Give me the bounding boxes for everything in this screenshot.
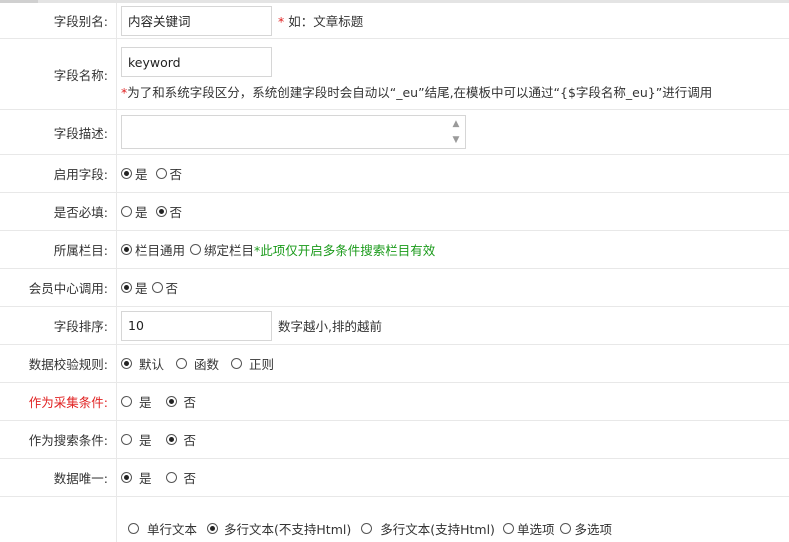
required-option-no[interactable]: 否 bbox=[155, 202, 182, 221]
radio-icon[interactable] bbox=[155, 206, 167, 217]
field-desc-label: 字段描述: bbox=[0, 110, 117, 154]
radio-icon[interactable] bbox=[121, 282, 132, 293]
row-column: 所属栏目: 栏目通用 绑定栏目 *此项仅开启多条件搜索栏目有效 bbox=[0, 231, 789, 269]
field-type-radio-group: 单行文本 多行文本(不支持Html) 多行文本(支持Html) 单选项 多选项 bbox=[117, 497, 789, 542]
field-desc-textarea[interactable]: ▲ ▼ bbox=[121, 115, 466, 149]
search-label: 作为搜索条件: bbox=[0, 421, 117, 458]
radio-icon[interactable] bbox=[121, 206, 132, 217]
sort-label: 字段排序: bbox=[0, 307, 117, 344]
validate-option-function[interactable]: 函数 bbox=[176, 354, 219, 373]
field-alias-label: 字段别名: bbox=[0, 3, 117, 38]
radio-icon[interactable] bbox=[165, 396, 177, 407]
search-option-yes[interactable]: 是 bbox=[121, 430, 152, 449]
radio-icon[interactable] bbox=[121, 244, 132, 255]
field-alias-input[interactable] bbox=[121, 5, 272, 36]
column-option-bind[interactable]: 绑定栏目 bbox=[190, 240, 254, 259]
row-unique: 数据唯一: 是 否 bbox=[0, 459, 789, 497]
unique-radio-group: 是 否 bbox=[117, 459, 789, 496]
radio-icon[interactable] bbox=[155, 168, 167, 179]
enabled-option-yes[interactable]: 是 bbox=[121, 164, 148, 183]
radio-icon[interactable] bbox=[502, 523, 514, 534]
row-sort: 字段排序: 数字越小,排的越前 bbox=[0, 307, 789, 345]
required-radio-group: 是 否 bbox=[117, 193, 789, 230]
required-star: * bbox=[278, 14, 285, 29]
textarea-scrollbar[interactable]: ▲ ▼ bbox=[450, 118, 462, 146]
collect-radio-group: 是 否 bbox=[117, 383, 789, 420]
member-option-yes[interactable]: 是 bbox=[121, 278, 148, 297]
radio-icon[interactable] bbox=[121, 358, 132, 369]
chevron-down-icon[interactable]: ▼ bbox=[453, 134, 460, 146]
sort-input[interactable] bbox=[121, 310, 272, 341]
field-name-label: 字段名称: bbox=[0, 39, 117, 109]
row-enabled: 启用字段: 是 否 bbox=[0, 155, 789, 193]
radio-icon[interactable] bbox=[121, 396, 132, 407]
member-label: 会员中心调用: bbox=[0, 269, 117, 306]
radio-icon[interactable] bbox=[190, 244, 202, 255]
row-field-alias: 字段别名: *如：文章标题 bbox=[0, 3, 789, 39]
chevron-up-icon[interactable]: ▲ bbox=[453, 118, 460, 130]
row-field-type: 单行文本 多行文本(不支持Html) 多行文本(支持Html) 单选项 多选项 bbox=[0, 497, 789, 542]
row-validate: 数据校验规则: 默认 函数 正则 bbox=[0, 345, 789, 383]
member-radio-group: 是 否 bbox=[117, 269, 789, 306]
validate-label: 数据校验规则: bbox=[0, 345, 117, 382]
unique-option-yes[interactable]: 是 bbox=[121, 468, 152, 487]
collect-label: 作为采集条件: bbox=[0, 383, 117, 420]
radio-icon[interactable] bbox=[165, 434, 177, 445]
column-radio-group: 栏目通用 绑定栏目 *此项仅开启多条件搜索栏目有效 bbox=[117, 231, 789, 268]
row-field-desc: 字段描述: ▲ ▼ bbox=[0, 110, 789, 155]
validate-option-default[interactable]: 默认 bbox=[121, 354, 164, 373]
unique-label: 数据唯一: bbox=[0, 459, 117, 496]
column-note: *此项仅开启多条件搜索栏目有效 bbox=[254, 243, 436, 258]
row-field-name: 字段名称: *为了和系统字段区分，系统创建字段时会自动以“_eu”结尾,在模板中… bbox=[0, 39, 789, 110]
search-radio-group: 是 否 bbox=[117, 421, 789, 458]
collect-option-no[interactable]: 否 bbox=[165, 392, 196, 411]
enabled-label: 启用字段: bbox=[0, 155, 117, 192]
radio-icon[interactable] bbox=[176, 358, 188, 369]
radio-icon[interactable] bbox=[121, 168, 132, 179]
field-alias-hint: 如：文章标题 bbox=[288, 14, 364, 29]
sort-hint: 数字越小,排的越前 bbox=[278, 319, 382, 334]
required-label: 是否必填: bbox=[0, 193, 117, 230]
row-search: 作为搜索条件: 是 否 bbox=[0, 421, 789, 459]
required-option-yes[interactable]: 是 bbox=[121, 202, 148, 221]
search-option-no[interactable]: 否 bbox=[165, 430, 196, 449]
radio-icon[interactable] bbox=[165, 472, 177, 483]
radio-icon[interactable] bbox=[128, 523, 139, 534]
field-name-input[interactable] bbox=[121, 47, 272, 77]
type-option-single-choice[interactable]: 单选项 bbox=[502, 519, 554, 538]
validate-option-regex[interactable]: 正则 bbox=[231, 354, 274, 373]
row-required: 是否必填: 是 否 bbox=[0, 193, 789, 231]
validate-radio-group: 默认 函数 正则 bbox=[117, 345, 789, 382]
radio-icon[interactable] bbox=[361, 523, 373, 534]
radio-icon[interactable] bbox=[121, 472, 132, 483]
field-name-note: 为了和系统字段区分，系统创建字段时会自动以“_eu”结尾,在模板中可以通过“{$… bbox=[127, 85, 713, 100]
type-option-multiline-no-html[interactable]: 多行文本(不支持Html) bbox=[207, 519, 351, 538]
row-member: 会员中心调用: 是 否 bbox=[0, 269, 789, 307]
type-option-single-line[interactable]: 单行文本 bbox=[128, 519, 197, 538]
column-option-general[interactable]: 栏目通用 bbox=[121, 240, 185, 259]
column-label: 所属栏目: bbox=[0, 231, 117, 268]
unique-option-no[interactable]: 否 bbox=[165, 468, 196, 487]
row-collect: 作为采集条件: 是 否 bbox=[0, 383, 789, 421]
collect-option-yes[interactable]: 是 bbox=[121, 392, 152, 411]
type-option-multi-choice[interactable]: 多选项 bbox=[560, 519, 612, 538]
radio-icon[interactable] bbox=[121, 434, 132, 445]
radio-icon[interactable] bbox=[560, 523, 572, 534]
radio-icon[interactable] bbox=[207, 523, 219, 534]
enabled-radio-group: 是 否 bbox=[117, 155, 789, 192]
type-option-multiline-html[interactable]: 多行文本(支持Html) bbox=[361, 519, 495, 538]
member-option-no[interactable]: 否 bbox=[151, 278, 178, 297]
field-edit-form: 字段别名: *如：文章标题 字段名称: *为了和系统字段区分，系统创建字段时会自… bbox=[0, 3, 789, 542]
radio-icon[interactable] bbox=[231, 358, 243, 369]
radio-icon[interactable] bbox=[151, 282, 163, 293]
enabled-option-no[interactable]: 否 bbox=[155, 164, 182, 183]
field-type-label bbox=[0, 497, 117, 542]
